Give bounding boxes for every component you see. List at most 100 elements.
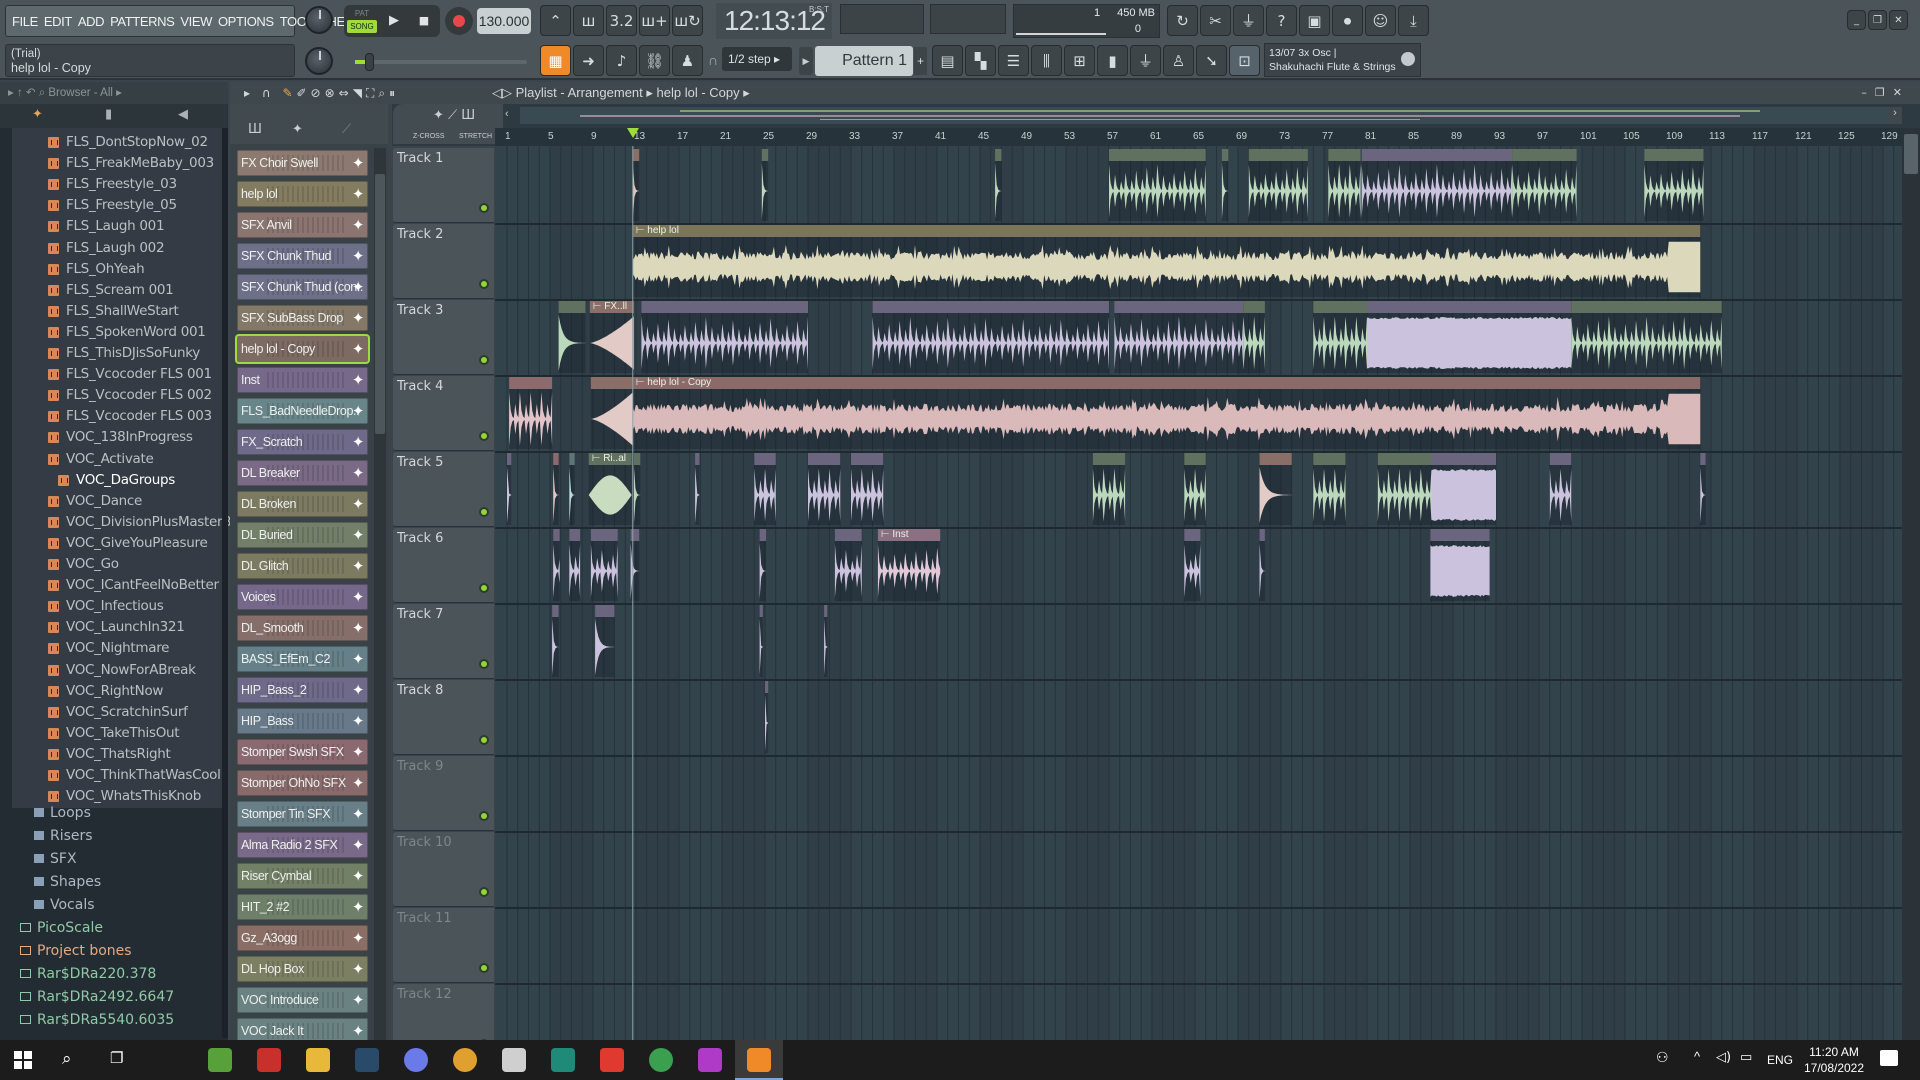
tempo-display[interactable]: 130.000 — [477, 8, 531, 34]
taskbar-app-1[interactable] — [196, 1040, 244, 1080]
track-mute-led[interactable] — [479, 507, 489, 517]
playlist-window-controls[interactable]: –❐✕ — [1861, 82, 1910, 104]
browser-scrollbar[interactable] — [222, 128, 228, 1038]
browser-item[interactable]: FLS_ThisDJisSoFunky — [0, 343, 228, 364]
time-display[interactable]: 12:13:12 B:S:T — [716, 3, 832, 39]
channel-clip-source[interactable]: DL Glitch ✦ — [237, 553, 368, 579]
channel-clip-source[interactable]: BASS_EfEm_C2 ✦ — [237, 646, 368, 672]
channel-clip-source[interactable]: DL Broken ✦ — [237, 491, 368, 517]
wait-for-input-button[interactable]: ш — [573, 5, 604, 36]
browser-item[interactable]: VOC_DivisionPlusMasterBeat — [0, 512, 253, 533]
browser-subfolder[interactable]: Loops — [34, 805, 91, 821]
browser-item[interactable]: VOC_Go — [0, 554, 228, 575]
loop-record-button[interactable]: ш↻ — [672, 5, 703, 36]
browser-item[interactable]: VOC_Nightmare — [0, 638, 228, 659]
search-icon[interactable]: ⌕ — [62, 1049, 72, 1069]
shop-button[interactable]: ⊡ — [1229, 45, 1260, 76]
overview-right-arrow[interactable]: › — [1888, 107, 1902, 124]
stop-button[interactable]: ■ — [410, 7, 438, 35]
channel-clip-source[interactable]: FX Choir Swell ✦ — [237, 150, 368, 176]
undo-button[interactable]: ↻ — [1167, 5, 1198, 36]
channel-clip-source[interactable]: VOC Introduce ✦ — [237, 987, 368, 1013]
track-mute-led[interactable] — [479, 659, 489, 669]
countdown-button[interactable]: 3.2 — [606, 5, 637, 36]
link-button[interactable]: ⛓ — [639, 45, 670, 76]
playlist-button[interactable]: ▦ — [540, 45, 571, 76]
taskbar-file-explorer[interactable] — [294, 1040, 342, 1080]
volume-icon[interactable]: ◁) — [1716, 1050, 1731, 1065]
browser-item[interactable]: FLS_DontStopNow_02 — [0, 132, 228, 153]
arrangement-overview[interactable] — [520, 107, 1888, 124]
channel-clip-source[interactable]: Inst ✦ — [237, 367, 368, 393]
taskbar-chrome-2[interactable] — [637, 1040, 685, 1080]
pattern-prev-button[interactable]: ▶ — [799, 47, 813, 75]
mixer-button[interactable]: ☰ — [998, 45, 1029, 76]
track-mute-led[interactable] — [479, 735, 489, 745]
track-mute-led[interactable] — [479, 887, 489, 897]
language-indicator[interactable]: ENG — [1767, 1053, 1793, 1067]
browser-files-icon[interactable]: ▮ — [105, 107, 112, 122]
channel-clip-source[interactable]: HIT_2 #2 ✦ — [237, 894, 368, 920]
channel-clip-source[interactable]: DL_Smooth ✦ — [237, 615, 368, 641]
track-header[interactable]: Track 6 — [393, 528, 494, 603]
record-audio-button[interactable]: ⏚ — [1233, 5, 1264, 36]
track-mute-led[interactable] — [479, 963, 489, 973]
browser-item[interactable]: FLS_SpokenWord 001 — [0, 322, 228, 343]
automation-icon[interactable]: ⟋ — [342, 122, 351, 137]
network-icon[interactable]: ▭ — [1740, 1050, 1752, 1065]
channel-clip-source[interactable]: Stomper Tin SFX ✦ — [237, 801, 368, 827]
browser-folder[interactable]: Rar$DRa2492.6647 — [20, 989, 174, 1005]
channel-clip-source[interactable]: SFX Anvil ✦ — [237, 212, 368, 238]
browser-item[interactable]: FLS_Vcocoder FLS 001 — [0, 364, 228, 385]
taskbar-fl-studio[interactable] — [735, 1040, 783, 1080]
browser-item[interactable]: VOC_GiveYouPleasure — [0, 533, 228, 554]
pat-song-toggle[interactable]: PAT SONG — [347, 7, 377, 35]
menu-options[interactable]: OPTIONS — [218, 14, 274, 29]
track-header[interactable]: Track 1 — [393, 148, 494, 223]
channel-clip-source[interactable]: Alma Radio 2 SFX ✦ — [237, 832, 368, 858]
browser-item[interactable]: FLS_Scream 001 — [0, 280, 228, 301]
playlist-scrollbar[interactable] — [1902, 128, 1920, 1040]
browser-item[interactable]: FLS_Laugh 002 — [0, 238, 228, 259]
browser-item[interactable]: FLS_Vcocoder FLS 002 — [0, 385, 228, 406]
channel-clip-source[interactable]: HIP_Bass_2 ✦ — [237, 677, 368, 703]
playlist-tools-icons[interactable]: ▸ ∩ ✎✐⊘⊗⇔◥⛶⌕⏸ — [244, 82, 399, 104]
tutorial-button[interactable]: ➘ — [1196, 45, 1227, 76]
browser-subfolder[interactable]: Vocals — [34, 897, 95, 913]
master-pitch-slider[interactable] — [355, 53, 527, 71]
playlist-current-pattern[interactable]: help lol - Copy — [657, 85, 740, 100]
step-sequencer-button[interactable]: ⫼ — [1031, 45, 1062, 76]
browser-item[interactable]: FLS_Laugh 001 — [0, 216, 228, 237]
cut-button[interactable]: ✂ — [1200, 5, 1231, 36]
piano-roll-button[interactable]: ♪ — [606, 45, 637, 76]
track-header[interactable]: Track 4 — [393, 376, 494, 451]
browser-item[interactable]: VOC_LaunchIn321 — [0, 617, 228, 638]
mixer-level-button[interactable]: ♟ — [672, 45, 703, 76]
browser-item[interactable]: VOC_NowForABreak — [0, 660, 228, 681]
browser-speaker-icon[interactable]: ◀ — [178, 107, 188, 122]
channel-clip-source[interactable]: SFX Chunk Thud (con.. ✦ — [237, 274, 368, 300]
browser-item[interactable]: VOC_ICantFeelNoBetter — [0, 575, 228, 596]
overview-left-arrow[interactable]: ‹ — [505, 108, 519, 125]
track-mute-led[interactable] — [479, 355, 489, 365]
metronome-button[interactable]: ⌃ — [540, 5, 571, 36]
track-header[interactable]: Track 5 — [393, 452, 494, 527]
play-button[interactable]: ▶ — [380, 7, 408, 35]
taskbar-app-4[interactable] — [343, 1040, 391, 1080]
pattern-selector[interactable]: Pattern 1 — [815, 46, 913, 76]
track-header[interactable]: Track 7 — [393, 604, 494, 679]
picker-scroll-thumb[interactable] — [375, 174, 385, 434]
playlist-view-button[interactable]: ▤ — [932, 45, 963, 76]
taskbar-discord[interactable] — [392, 1040, 440, 1080]
browser-nav-icons[interactable]: ▸ ↑ ↶ ⌕ — [8, 87, 48, 99]
scroll-thumb[interactable] — [1904, 134, 1918, 174]
track-mute-led[interactable] — [479, 431, 489, 441]
notifications-icon[interactable] — [1880, 1050, 1898, 1066]
channel-clip-source[interactable]: Riser Cymbal ✦ — [237, 863, 368, 889]
channel-clip-source[interactable]: help lol ✦ — [237, 181, 368, 207]
channel-clip-source[interactable]: DL Hop Box ✦ — [237, 956, 368, 982]
taskbar-app-2[interactable] — [245, 1040, 293, 1080]
channel-clip-source[interactable]: help lol - Copy ✦ — [237, 336, 368, 362]
start-button[interactable] — [14, 1051, 32, 1069]
task-view-icon[interactable]: ❐ — [110, 1049, 123, 1067]
